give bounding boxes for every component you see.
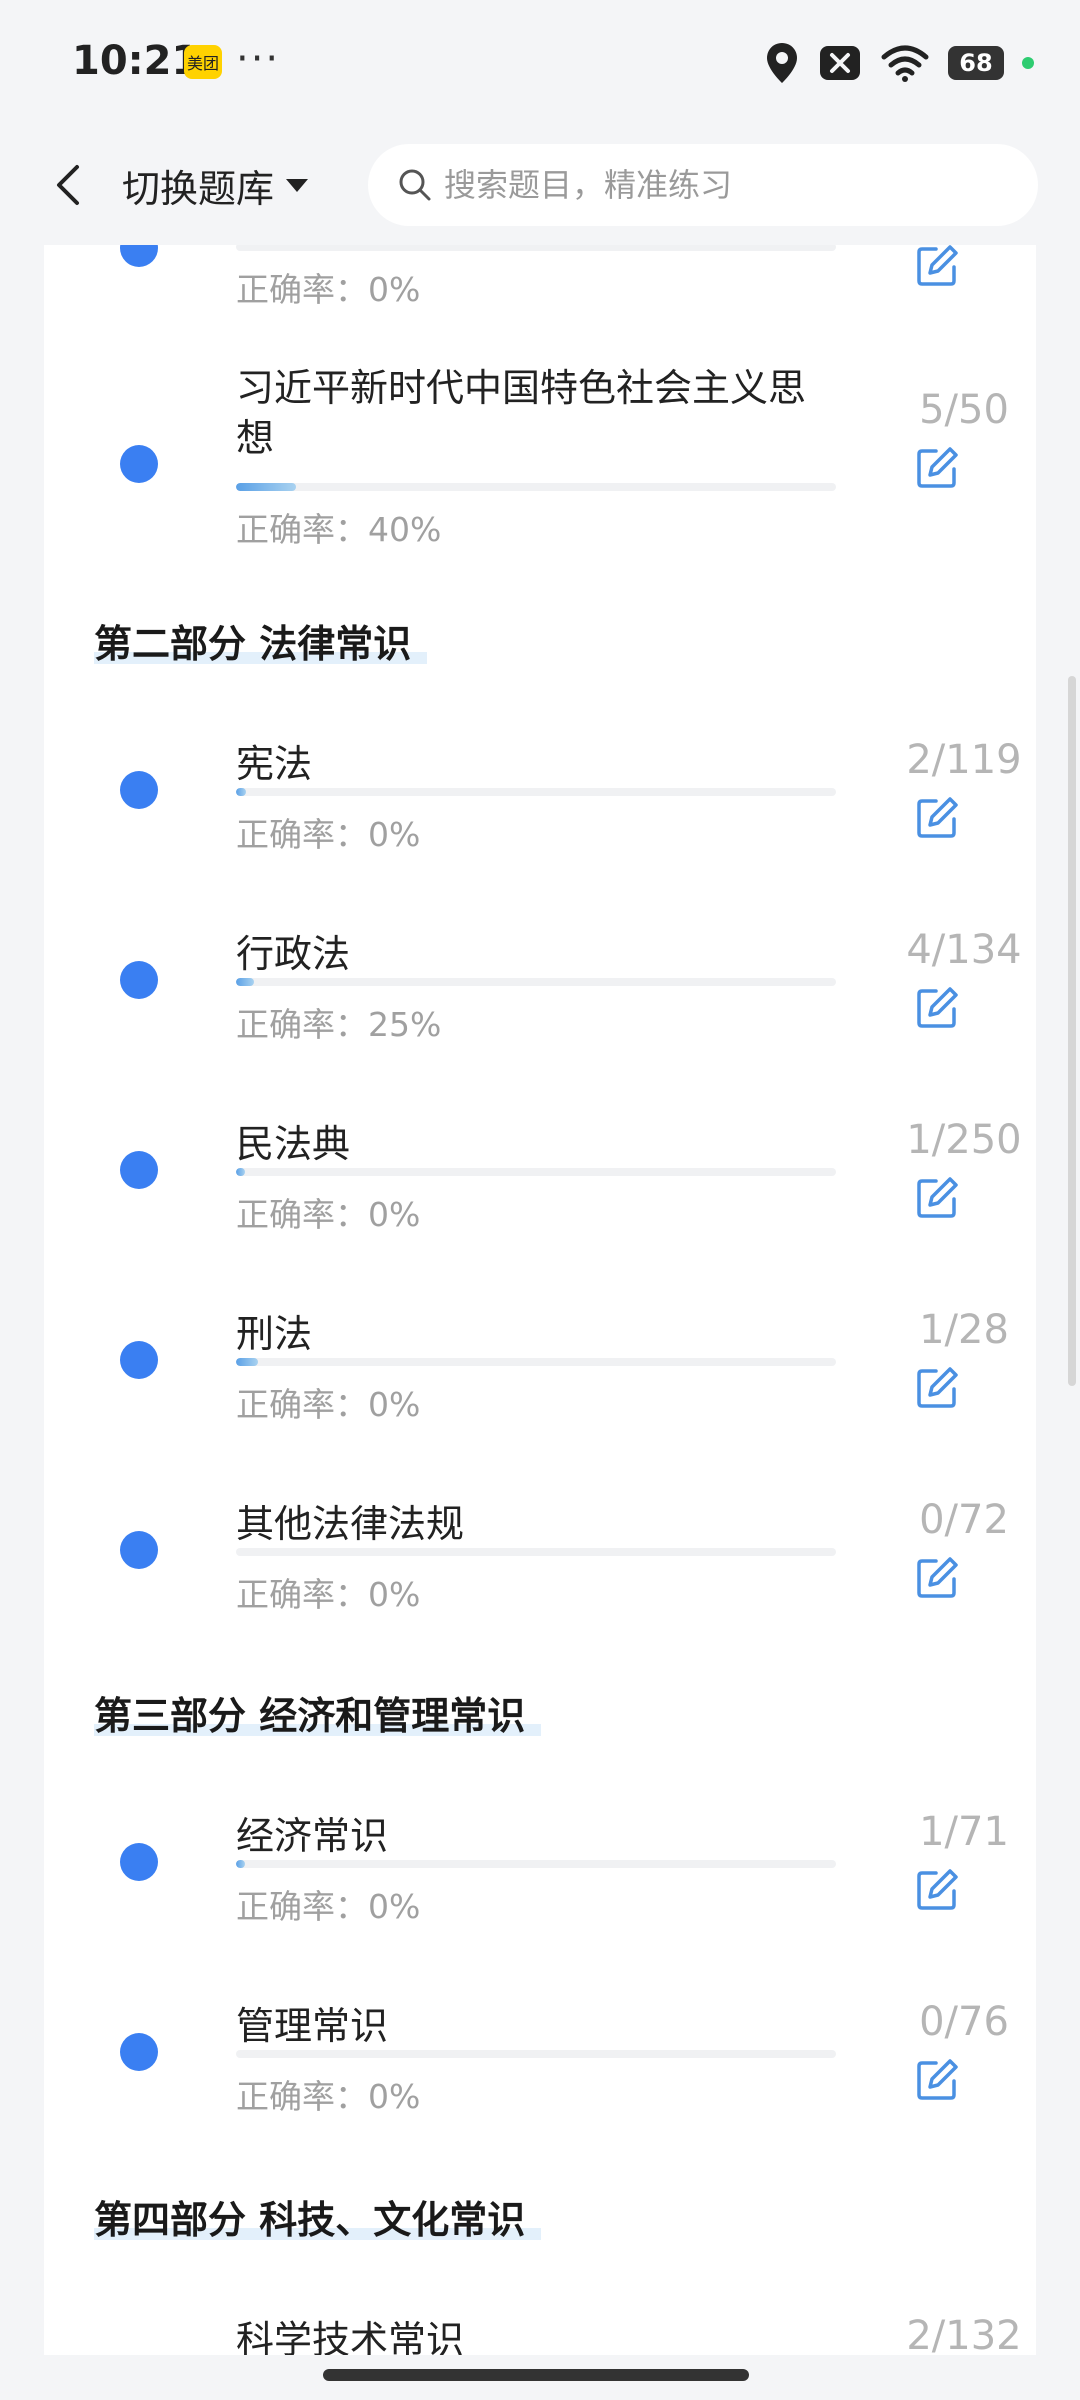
chapter-dot-icon [120, 1151, 158, 1189]
progress-fill [236, 788, 247, 796]
accuracy-text: 正确率：0% [236, 1575, 421, 1614]
chapter-title: 管理常识 [236, 2004, 389, 2048]
progress-bar [236, 978, 836, 986]
chapter-title: 民法典 [236, 1122, 351, 1166]
search-bar[interactable] [368, 144, 1038, 226]
chapter-title: 习近平新时代中国特色社会主义思想 [236, 366, 807, 460]
progress-bar [236, 1358, 836, 1366]
chapter-title: 刑法 [236, 1312, 313, 1356]
chapter-title: 行政法 [236, 932, 351, 976]
edit-practice-icon[interactable] [914, 1867, 960, 1913]
status-bar: 10:21 美团 ··· 68 [0, 0, 1080, 125]
progress-count: 5/50 [919, 387, 1009, 433]
section-heading: 第四部分 科技、文化常识 [94, 2189, 542, 2244]
section-heading: 第二部分 法律常识 [94, 613, 428, 668]
edit-practice-icon[interactable] [914, 795, 960, 841]
section-heading: 第三部分 经济和管理常识 [94, 1685, 542, 1740]
progress-count: 0/76 [919, 1999, 1009, 2045]
scrollbar[interactable] [1068, 676, 1076, 1386]
search-input[interactable] [442, 165, 1006, 205]
more-notifications-icon: ··· [236, 36, 281, 82]
accuracy-text: 正确率：0% [236, 270, 421, 309]
accuracy-text: 正确率：0% [236, 1385, 421, 1424]
edit-practice-icon[interactable] [914, 2057, 960, 2103]
edit-practice-icon[interactable] [914, 1365, 960, 1411]
progress-bar [236, 788, 836, 796]
chapter-dot-icon [120, 961, 158, 999]
chapter-title: 宪法 [236, 742, 313, 786]
edit-practice-icon[interactable] [914, 1175, 960, 1221]
notification-blocked-icon [820, 46, 860, 80]
chapter-title: 其他法律法规 [236, 1502, 465, 1546]
progress-count: 1/250 [906, 1117, 1022, 1163]
progress-count: 2/132 [906, 2313, 1022, 2355]
chapter-dot-icon [120, 445, 158, 483]
search-icon [399, 169, 431, 201]
progress-fill [236, 483, 296, 491]
chapter-dot-icon [120, 1843, 158, 1881]
list-item[interactable]: 正确率：0% [44, 245, 1036, 333]
meituan-app-badge: 美团 [184, 45, 222, 79]
list-item[interactable]: 行政法 正确率：25% 4/134 [44, 923, 1036, 1093]
accuracy-text: 正确率：0% [236, 1887, 421, 1926]
chapter-title: 科学技术常识 [236, 2318, 465, 2355]
back-button[interactable] [44, 161, 92, 209]
edit-practice-icon[interactable] [914, 1555, 960, 1601]
progress-fill [236, 1358, 258, 1366]
progress-fill [236, 1168, 245, 1176]
progress-bar [236, 1860, 836, 1868]
progress-bar [236, 1548, 836, 1556]
list-item[interactable]: 管理常识 正确率：0% 0/76 [44, 1995, 1036, 2165]
progress-bar [236, 2050, 836, 2058]
progress-count: 1/28 [919, 1307, 1009, 1353]
progress-bar [236, 245, 836, 251]
progress-count: 2/119 [906, 737, 1022, 783]
battery-icon: 68 [948, 46, 1004, 80]
list-item[interactable]: 民法典 正确率：0% 1/250 [44, 1113, 1036, 1283]
privacy-indicator-dot [1022, 57, 1034, 69]
accuracy-text: 正确率：0% [236, 1195, 421, 1234]
edit-practice-icon[interactable] [914, 985, 960, 1031]
chapter-dot-icon [120, 1531, 158, 1569]
progress-bar [236, 483, 836, 491]
chapter-title: 经济常识 [236, 1814, 389, 1858]
chapter-dot-icon [120, 771, 158, 809]
edit-practice-icon[interactable] [914, 445, 960, 491]
chevron-left-icon [57, 165, 79, 205]
progress-bar [236, 1168, 836, 1176]
status-time: 10:21 [72, 38, 200, 84]
progress-fill [236, 1860, 245, 1868]
home-indicator[interactable] [323, 2369, 749, 2381]
list-item[interactable]: 刑法 正确率：0% 1/28 [44, 1303, 1036, 1473]
chapter-dot-icon [120, 2033, 158, 2071]
status-icons: 68 [764, 40, 1034, 86]
accuracy-text: 正确率：0% [236, 2077, 421, 2116]
progress-count: 1/71 [919, 1809, 1009, 1855]
wifi-icon [881, 45, 929, 82]
caret-down-icon [286, 179, 309, 192]
accuracy-text: 正确率：25% [236, 1005, 442, 1044]
chapter-dot-icon [120, 245, 158, 267]
top-header: 切换题库 [0, 125, 1080, 245]
list-item[interactable]: 科学技术常识 2/132 [44, 2309, 1036, 2355]
question-bank-list[interactable]: 正确率：0% 习近平新时代中国特色社会主义思想 正确率：40% 5/50 第二部… [44, 245, 1036, 2355]
progress-count: 0/72 [919, 1497, 1009, 1543]
chapter-dot-icon [120, 1341, 158, 1379]
switch-question-bank-button[interactable]: 切换题库 [122, 155, 310, 215]
accuracy-text: 正确率：0% [236, 815, 421, 854]
progress-count: 4/134 [906, 927, 1022, 973]
location-icon [767, 43, 797, 83]
list-item[interactable]: 宪法 正确率：0% 2/119 [44, 733, 1036, 903]
switch-bank-label: 切换题库 [122, 166, 275, 211]
edit-practice-icon[interactable] [914, 245, 960, 289]
accuracy-text: 正确率：40% [236, 510, 442, 549]
progress-fill [236, 978, 254, 986]
list-item[interactable]: 经济常识 正确率：0% 1/71 [44, 1805, 1036, 1975]
list-item[interactable]: 习近平新时代中国特色社会主义思想 正确率：40% 5/50 [44, 363, 1036, 563]
list-item[interactable]: 其他法律法规 正确率：0% 0/72 [44, 1493, 1036, 1663]
